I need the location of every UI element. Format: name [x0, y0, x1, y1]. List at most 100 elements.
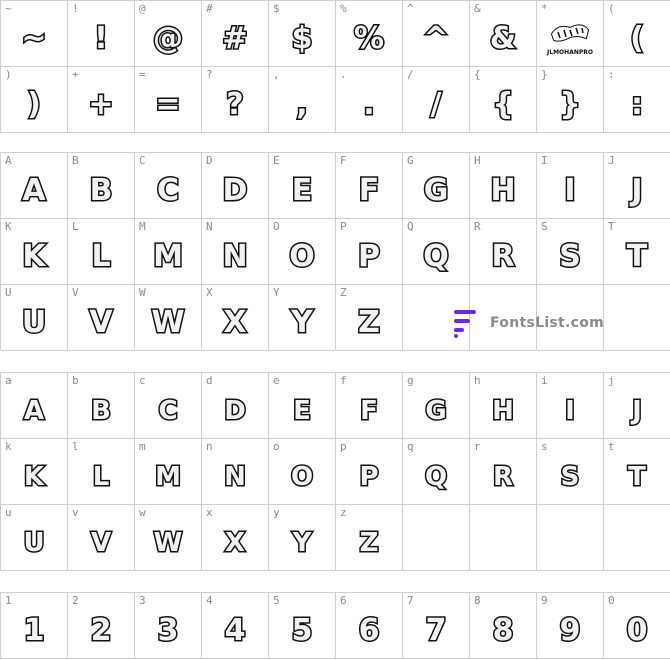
glyph-sample: ~: [20, 20, 48, 58]
glyph-cell: eE: [269, 373, 336, 439]
glyph-cell: lL: [68, 439, 135, 505]
glyph-sample: G: [424, 394, 448, 427]
glyph-sample: P: [357, 238, 382, 276]
glyph-sample: F: [357, 172, 381, 210]
glyph-sample: B: [88, 172, 114, 210]
glyph-sample: #: [221, 20, 249, 58]
glyph-sample: E: [290, 172, 314, 210]
glyph-sample: 3: [156, 612, 180, 650]
glyph-cell: XX: [202, 285, 269, 351]
glyph-cell: = =: [135, 67, 202, 133]
glyph-cell: UU: [1, 285, 68, 351]
glyph-cell: PP: [336, 219, 403, 285]
glyph-sample: Y: [291, 526, 313, 559]
glyph-sample: K: [22, 460, 45, 493]
glyph-sample: B: [90, 394, 113, 427]
glyph-sample: Y: [290, 304, 315, 342]
glyph-cell: gG: [403, 373, 470, 439]
glyph-cell: yY: [269, 505, 336, 571]
glyph-cell: # #: [202, 1, 269, 67]
glyph-cell: OO: [269, 219, 336, 285]
glyph-sample: 7: [424, 612, 448, 650]
glyph-sample: 2: [89, 612, 113, 650]
glyph-sample: I: [564, 394, 577, 427]
glyph-cell: AA: [1, 153, 68, 219]
glyph-cell: fF: [336, 373, 403, 439]
glyph-sample: @: [152, 20, 185, 58]
symbols-grid: ~ ~!! @ @ # # $ $%% ^ ^ & & * JLMOHANPRO(()) + + = =??,,.…: [0, 0, 670, 133]
glyph-sample: U: [22, 526, 46, 559]
glyph-cell: !!: [68, 1, 135, 67]
glyph-cell: ^ ^: [403, 1, 470, 67]
glyph-sample: S: [558, 238, 583, 276]
glyph-sample: C: [155, 172, 180, 210]
glyph-cell: / /: [403, 67, 470, 133]
glyph-cell: ::: [604, 67, 670, 133]
glyph-cell: [470, 505, 537, 571]
glyph-sample: O: [288, 238, 317, 276]
glyph-cell: 00: [604, 593, 670, 659]
glyph-cell: ..: [336, 67, 403, 133]
logo-text: JLMOHANPRO: [547, 49, 593, 57]
glyph-cell: [403, 505, 470, 571]
glyph-cell: zZ: [336, 505, 403, 571]
glyph-cell: mM: [135, 439, 202, 505]
glyph-sample: $: [290, 20, 314, 58]
glyph-cell: aA: [1, 373, 68, 439]
glyph-cell: 44: [202, 593, 269, 659]
glyph-sample: J: [631, 394, 644, 427]
glyph-cell: nN: [202, 439, 269, 505]
glyph-sample: G: [422, 172, 450, 210]
glyph-sample: ,: [295, 86, 309, 124]
fontslist-logo-icon: [454, 308, 480, 338]
glyph-sample: ?: [225, 86, 245, 124]
glyph-sample: &: [488, 20, 517, 58]
digits-grid: 11223344556677889900: [0, 592, 670, 659]
glyph-sample: ^: [422, 20, 450, 58]
glyph-cell: ZZ: [336, 285, 403, 351]
glyph-sample: (: [629, 20, 646, 58]
glyph-cell: YY: [269, 285, 336, 351]
glyph-sample: !: [93, 20, 110, 58]
glyph-cell: II: [537, 153, 604, 219]
glyph-cell: EE: [269, 153, 336, 219]
glyph-cell: * JLMOHANPRO: [537, 1, 604, 67]
glyph-cell: 55: [269, 593, 336, 659]
glyph-cell: }}: [537, 67, 604, 133]
glyph-sample: T: [625, 238, 648, 276]
glyph-cell: MM: [135, 219, 202, 285]
glyph-sample: A: [22, 394, 45, 427]
glyph-cell: 88: [470, 593, 537, 659]
glyph-sample: N: [221, 238, 249, 276]
glyph-sample: S: [559, 460, 581, 493]
glyph-cell: jJ: [604, 373, 670, 439]
glyph-cell: {{: [470, 67, 537, 133]
glyph-sample: P: [358, 460, 380, 493]
glyph-sample: /: [429, 86, 443, 124]
glyph-sample: O: [289, 460, 314, 493]
glyph-sample: V: [88, 304, 114, 342]
glyph-sample: W: [150, 304, 186, 342]
glyph-cell: xX: [202, 505, 269, 571]
glyph-sample: {: [491, 86, 515, 124]
glyph-sample: I: [563, 172, 577, 210]
glyph-sample: +: [87, 86, 115, 124]
glyph-cell: BB: [68, 153, 135, 219]
fontslist-watermark[interactable]: FontsList.com: [454, 308, 604, 338]
glyph-cell: QQ: [403, 219, 470, 285]
glyph-sample: V: [89, 526, 112, 559]
glyph-sample: :: [630, 86, 645, 124]
glyph-cell: SS: [537, 219, 604, 285]
glyph-cell: $ $: [269, 1, 336, 67]
glyph-cell: LL: [68, 219, 135, 285]
glyph-cell: 77: [403, 593, 470, 659]
glyph-cell: cC: [135, 373, 202, 439]
glyph-sample: U: [20, 304, 47, 342]
glyph-cell: dD: [202, 373, 269, 439]
glyph-cell: %%: [336, 1, 403, 67]
glyph-cell: ((: [604, 1, 670, 67]
glyph-sample: Q: [422, 238, 451, 276]
glyph-sample: Z: [358, 526, 380, 559]
glyph-sample: C: [157, 394, 179, 427]
glyph-sample: 5: [290, 612, 314, 650]
